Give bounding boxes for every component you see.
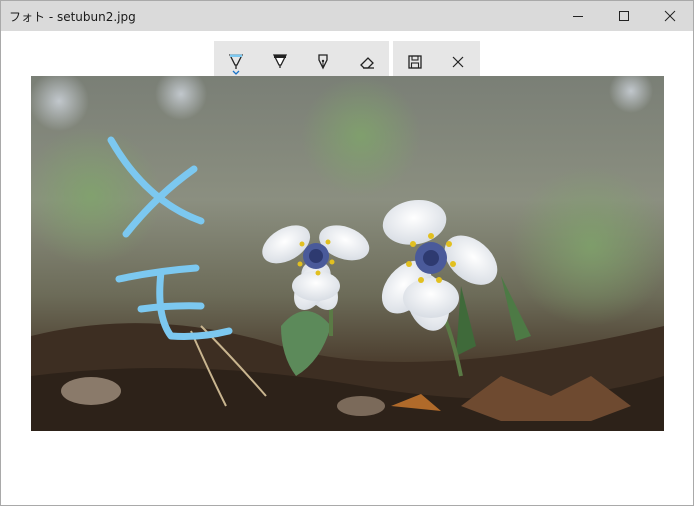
close-icon bbox=[452, 56, 464, 68]
close-button[interactable] bbox=[647, 1, 693, 31]
eraser-icon bbox=[360, 57, 375, 69]
maximize-button[interactable] bbox=[601, 1, 647, 31]
title-bar[interactable]: フォト - setubun2.jpg bbox=[1, 1, 693, 31]
maximize-icon bbox=[619, 11, 629, 21]
pencil-icon bbox=[272, 54, 287, 68]
photo-canvas[interactable] bbox=[31, 76, 664, 431]
ballpoint-pen-icon bbox=[228, 54, 243, 69]
close-icon bbox=[664, 10, 676, 22]
minimize-icon bbox=[573, 16, 583, 17]
save-icon bbox=[408, 55, 422, 69]
photo-image bbox=[31, 76, 664, 431]
calligraphy-pen-icon bbox=[318, 54, 329, 70]
minimize-button[interactable] bbox=[555, 1, 601, 31]
window-title: フォト - setubun2.jpg bbox=[9, 9, 136, 24]
photos-app-window: フォト - setubun2.jpg bbox=[0, 0, 694, 506]
